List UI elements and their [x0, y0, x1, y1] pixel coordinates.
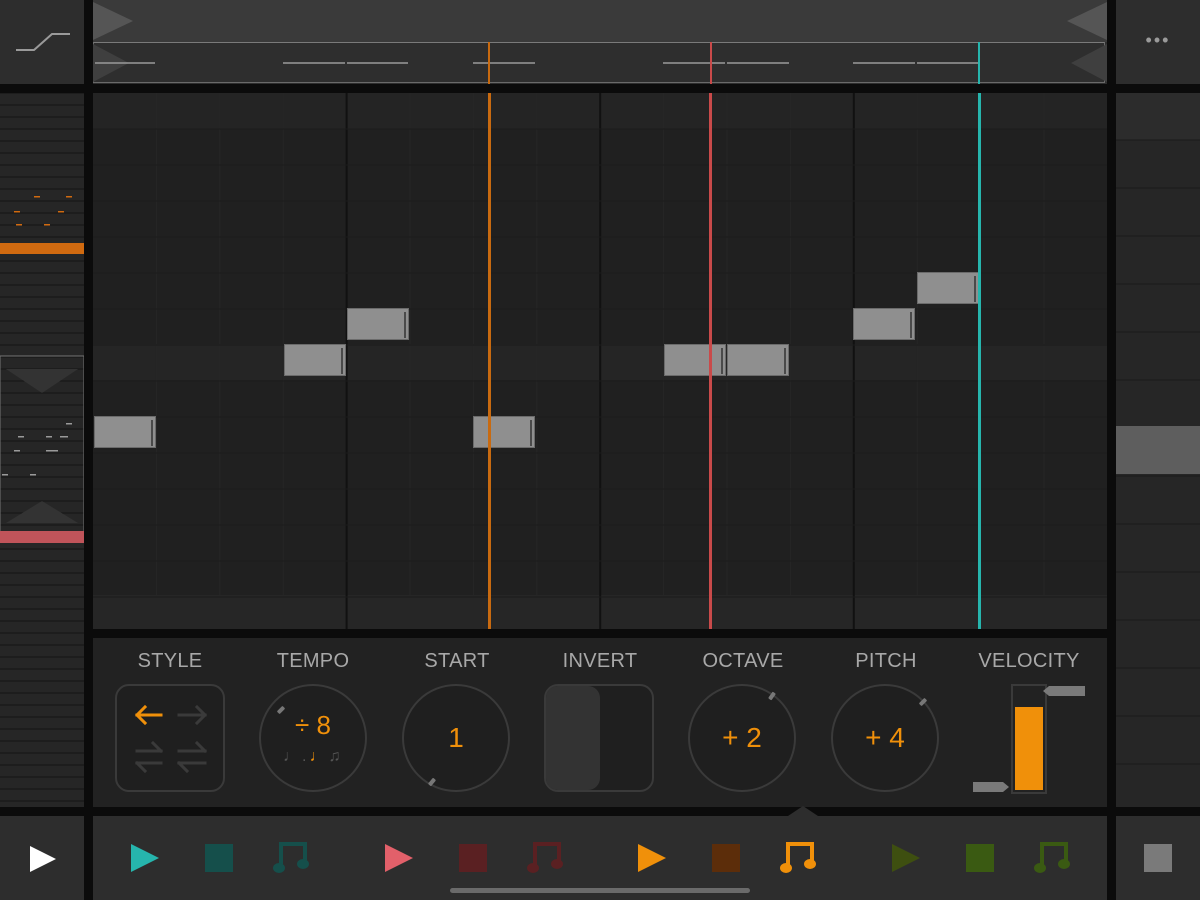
stop-icon [1144, 844, 1172, 872]
invert-toggle-thumb [546, 686, 600, 790]
sequencer-bar [93, 816, 1107, 900]
sequencer-group [131, 842, 309, 873]
stop-icon[interactable] [712, 844, 740, 872]
controls-panel: STYLE TEMPO ÷ 8 ♩.♩♫ START 1 INVERT OCTA… [93, 638, 1107, 807]
sequencer-group [638, 842, 816, 873]
play-icon [30, 846, 56, 872]
menu-button[interactable]: ••• [1116, 0, 1200, 84]
pitch-value: + 4 [865, 722, 905, 753]
ramp-curve-icon [16, 33, 70, 51]
play-icon[interactable] [385, 844, 413, 872]
velocity-handles [973, 686, 1085, 792]
octave-knob[interactable]: + 2 [688, 684, 796, 792]
tempo-label: TEMPO [276, 650, 350, 672]
velocity-lane-grid [1116, 93, 1200, 765]
active-sequencer-pointer [785, 806, 821, 818]
knob-tick [918, 697, 928, 707]
knob-tick [427, 777, 437, 787]
overview-markers [93, 2, 1107, 84]
play-icon[interactable] [638, 844, 666, 872]
velocity-lane[interactable] [1116, 93, 1200, 807]
note[interactable] [473, 416, 535, 448]
note[interactable] [853, 308, 915, 340]
invert-toggle[interactable] [544, 684, 654, 792]
velocity-slider[interactable] [973, 682, 1089, 798]
play-button[interactable] [0, 816, 84, 900]
stop-icon[interactable] [966, 844, 994, 872]
octave-label: OCTAVE [702, 650, 784, 672]
note[interactable] [284, 344, 346, 376]
keyboard-keys [0, 93, 84, 802]
stop-icon[interactable] [459, 844, 487, 872]
note[interactable] [94, 416, 156, 448]
play-icon[interactable] [131, 844, 159, 872]
playhead-orange [488, 93, 491, 629]
pitch-label: PITCH [855, 650, 917, 672]
music-note-icon[interactable] [780, 842, 816, 873]
start-label: START [424, 650, 490, 672]
note[interactable] [347, 308, 409, 340]
note-length-icons: ♩.♩♫ [283, 748, 344, 765]
style-label: STYLE [137, 650, 203, 672]
stop-icon[interactable] [205, 844, 233, 872]
invert-label: INVERT [562, 650, 638, 672]
octave-value: + 2 [722, 722, 762, 753]
pitch-knob[interactable]: + 4 [831, 684, 939, 792]
sequencer-group [385, 842, 563, 873]
direction-arrows-icon [134, 704, 208, 774]
stop-all-button[interactable] [1116, 816, 1200, 900]
keyboard-strip[interactable] [0, 93, 84, 807]
music-note-icon[interactable] [273, 842, 309, 873]
piano-roll-grid[interactable] [93, 93, 1107, 629]
playhead-red [709, 93, 712, 629]
tempo-value: ÷ 8 [295, 710, 331, 740]
music-note-icon[interactable] [1034, 842, 1070, 873]
style-selector[interactable] [115, 684, 225, 792]
curve-button[interactable] [0, 0, 84, 84]
playhead-teal [978, 93, 981, 629]
sequencer-group [892, 842, 1070, 873]
note[interactable] [917, 272, 979, 304]
note[interactable] [664, 344, 726, 376]
start-knob[interactable]: 1 [402, 684, 510, 792]
knob-tick [768, 691, 776, 701]
note[interactable] [727, 344, 789, 376]
pattern-overview[interactable] [93, 0, 1107, 84]
tempo-knob[interactable]: ÷ 8 ♩.♩♫ [259, 684, 367, 792]
start-value: 1 [448, 722, 464, 753]
velocity-label: VELOCITY [978, 650, 1080, 672]
more-dots-icon: ••• [1145, 30, 1171, 50]
home-indicator [450, 888, 750, 893]
music-note-icon[interactable] [527, 842, 563, 873]
grid-lines [93, 93, 1107, 629]
play-icon[interactable] [892, 844, 920, 872]
